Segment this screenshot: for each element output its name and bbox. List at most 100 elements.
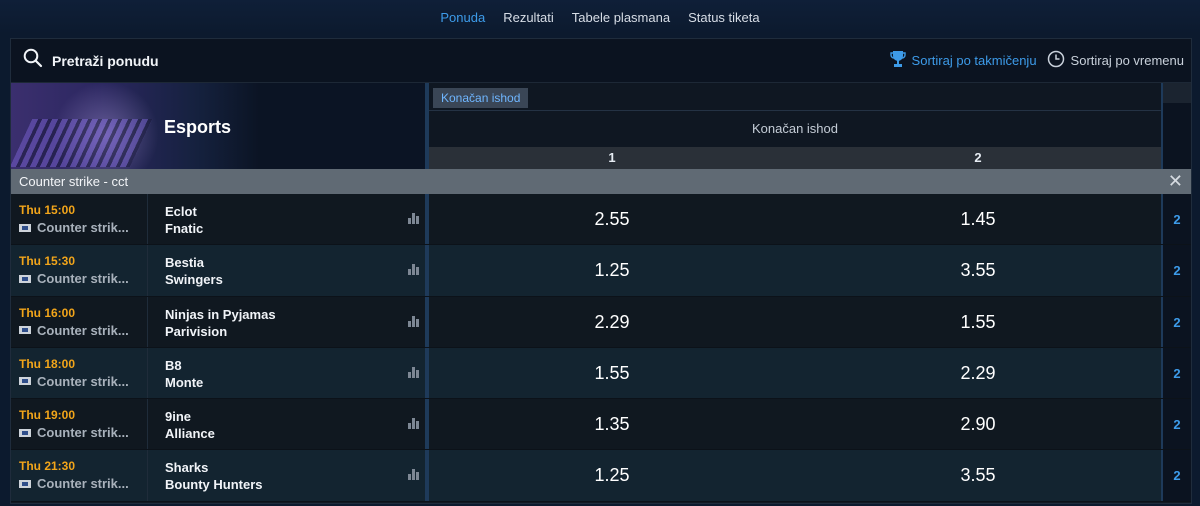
top-navigation: Ponuda Rezultati Tabele plasmana Status … [0, 0, 1200, 34]
odds-group: 1.25 3.55 [429, 245, 1161, 296]
match-info[interactable]: Thu 15:30 Counter strik... Bestia Swinge… [11, 245, 425, 296]
match-time: Thu 15:30 [19, 254, 76, 269]
more-markets-button[interactable]: 2 [1161, 450, 1191, 501]
away-team: Fnatic [165, 221, 204, 236]
match-teams: Sharks Bounty Hunters [148, 450, 425, 500]
nav-tabele-plasmana[interactable]: Tabele plasmana [572, 10, 670, 25]
match-time-column: Thu 18:00 Counter strik... [11, 347, 148, 399]
match-time: Thu 21:30 [19, 459, 76, 474]
competition-name: Counter strik... [19, 323, 147, 338]
more-markets-button[interactable]: 2 [1161, 194, 1191, 245]
odd-button-2[interactable]: 2.29 [795, 348, 1161, 398]
competition-label: Counter strik... [37, 220, 129, 235]
match-info[interactable]: Thu 16:00 Counter strik... Ninjas in Pyj… [11, 296, 425, 347]
odd-button-1[interactable]: 1.55 [429, 348, 795, 398]
stats-icon[interactable] [408, 418, 419, 430]
competition-label: Counter strik... [37, 425, 129, 441]
match-row: Thu 16:00 Counter strik... Ninjas in Pyj… [11, 296, 1191, 348]
match-teams: B8 Monte [148, 348, 425, 398]
sort-by-time-label: Sortiraj po vremenu [1070, 53, 1184, 68]
match-time: Thu 18:00 [19, 356, 76, 371]
market-tab-konacan-ishod[interactable]: Konačan ishod [433, 88, 529, 108]
outcome-header-row: 1 2 [429, 147, 1161, 169]
odd-button-1[interactable]: 1.35 [429, 399, 795, 449]
home-team: Bestia [165, 255, 205, 271]
flag-icon [19, 274, 31, 283]
odd-button-2[interactable]: 1.45 [795, 194, 1161, 244]
nav-ponuda[interactable]: Ponuda [440, 10, 485, 25]
search-label: Pretraži ponudu [52, 52, 159, 69]
nav-rezultati[interactable]: Rezultati [503, 10, 554, 25]
odd-button-2[interactable]: 2.90 [795, 399, 1161, 449]
competition-name: Counter strik... [19, 476, 147, 491]
match-info[interactable]: Thu 19:00 Counter strik... 9ine Alliance [11, 399, 425, 450]
trophy-icon [889, 50, 906, 71]
away-team: Bounty Hunters [165, 477, 263, 493]
away-team: Monte [165, 374, 204, 390]
nav-status-tiketa[interactable]: Status tiketa [688, 10, 760, 25]
odd-button-1[interactable]: 2.55 [429, 194, 795, 244]
search-button[interactable]: Pretraži ponudu [11, 48, 159, 73]
home-team: Sharks [165, 460, 209, 476]
competition-label: Counter strik... [37, 271, 129, 287]
match-list: Thu 15:00 Counter strik... Eclot Fnatic … [11, 194, 1191, 502]
search-bar: Pretraži ponudu Sortiraj po takmičenju S… [11, 39, 1191, 83]
match-time-column: Thu 21:30 Counter strik... [11, 450, 148, 501]
match-info[interactable]: Thu 15:00 Counter strik... Eclot Fnatic [11, 194, 425, 245]
market-title: Konačan ishod [751, 121, 838, 136]
competition-label: Counter strik... [37, 476, 129, 492]
more-markets-header-strip [1163, 83, 1191, 103]
more-markets-button[interactable]: 2 [1161, 296, 1191, 347]
stats-icon[interactable] [408, 469, 419, 481]
away-team: Swingers [165, 272, 223, 288]
competition-name: Counter strik... [19, 220, 147, 235]
stats-icon[interactable] [408, 213, 419, 224]
flag-icon [19, 479, 31, 488]
flag-icon [19, 377, 31, 386]
away-team: Alliance [165, 426, 215, 442]
odds-group: 2.55 1.45 [429, 194, 1161, 245]
match-time: Thu 16:00 [19, 305, 76, 320]
match-time: Thu 15:00 [19, 203, 76, 217]
odds-group: 1.55 2.29 [429, 347, 1161, 399]
league-name: Counter strike - cct [19, 174, 129, 189]
search-icon [23, 48, 43, 73]
home-team: 9ine [165, 409, 192, 425]
market-divider [429, 110, 1161, 111]
home-team: Eclot [165, 204, 197, 219]
flag-icon [19, 223, 31, 232]
odd-button-1[interactable]: 1.25 [429, 450, 795, 500]
sort-by-competition-button[interactable]: Sortiraj po takmičenju [889, 50, 1037, 71]
match-info[interactable]: Thu 21:30 Counter strik... Sharks Bounty… [11, 450, 425, 501]
league-bar: Counter strike - cct ✕ [11, 169, 1191, 194]
sort-by-competition-label: Sortiraj po takmičenju [911, 53, 1037, 68]
outcome-header-2: 2 [974, 150, 982, 165]
odd-button-2[interactable]: 1.55 [795, 297, 1161, 347]
match-time-column: Thu 16:00 Counter strik... [11, 296, 148, 347]
odd-button-1[interactable]: 1.25 [429, 245, 795, 295]
more-markets-button[interactable]: 2 [1161, 347, 1191, 399]
odd-button-2[interactable]: 3.55 [795, 245, 1161, 295]
sort-by-time-button[interactable]: Sortiraj po vremenu [1047, 50, 1184, 71]
match-row: Thu 19:00 Counter strik... 9ine Alliance… [11, 399, 1191, 451]
close-icon[interactable]: ✕ [1168, 171, 1183, 192]
match-info[interactable]: Thu 18:00 Counter strik... B8 Monte [11, 347, 425, 399]
outcome-header-1: 1 [608, 150, 616, 165]
odds-group: 1.25 3.55 [429, 450, 1161, 501]
odd-button-2[interactable]: 3.55 [795, 450, 1161, 500]
match-row: Thu 21:30 Counter strik... Sharks Bounty… [11, 450, 1191, 502]
more-markets-header [1161, 83, 1191, 169]
competition-name: Counter strik... [19, 425, 147, 440]
stats-icon[interactable] [408, 315, 419, 327]
more-markets-button[interactable]: 2 [1161, 245, 1191, 296]
odd-button-1[interactable]: 2.29 [429, 297, 795, 347]
match-row: Thu 15:30 Counter strik... Bestia Swinge… [11, 245, 1191, 297]
stats-icon[interactable] [408, 366, 419, 378]
odds-group: 2.29 1.55 [429, 296, 1161, 347]
match-teams: Bestia Swingers [148, 245, 425, 295]
stats-icon[interactable] [408, 264, 419, 276]
offer-panel: Pretraži ponudu Sortiraj po takmičenju S… [10, 38, 1192, 504]
match-time-column: Thu 19:00 Counter strik... [11, 399, 148, 450]
match-time-column: Thu 15:00 Counter strik... [11, 194, 148, 245]
more-markets-button[interactable]: 2 [1161, 399, 1191, 450]
